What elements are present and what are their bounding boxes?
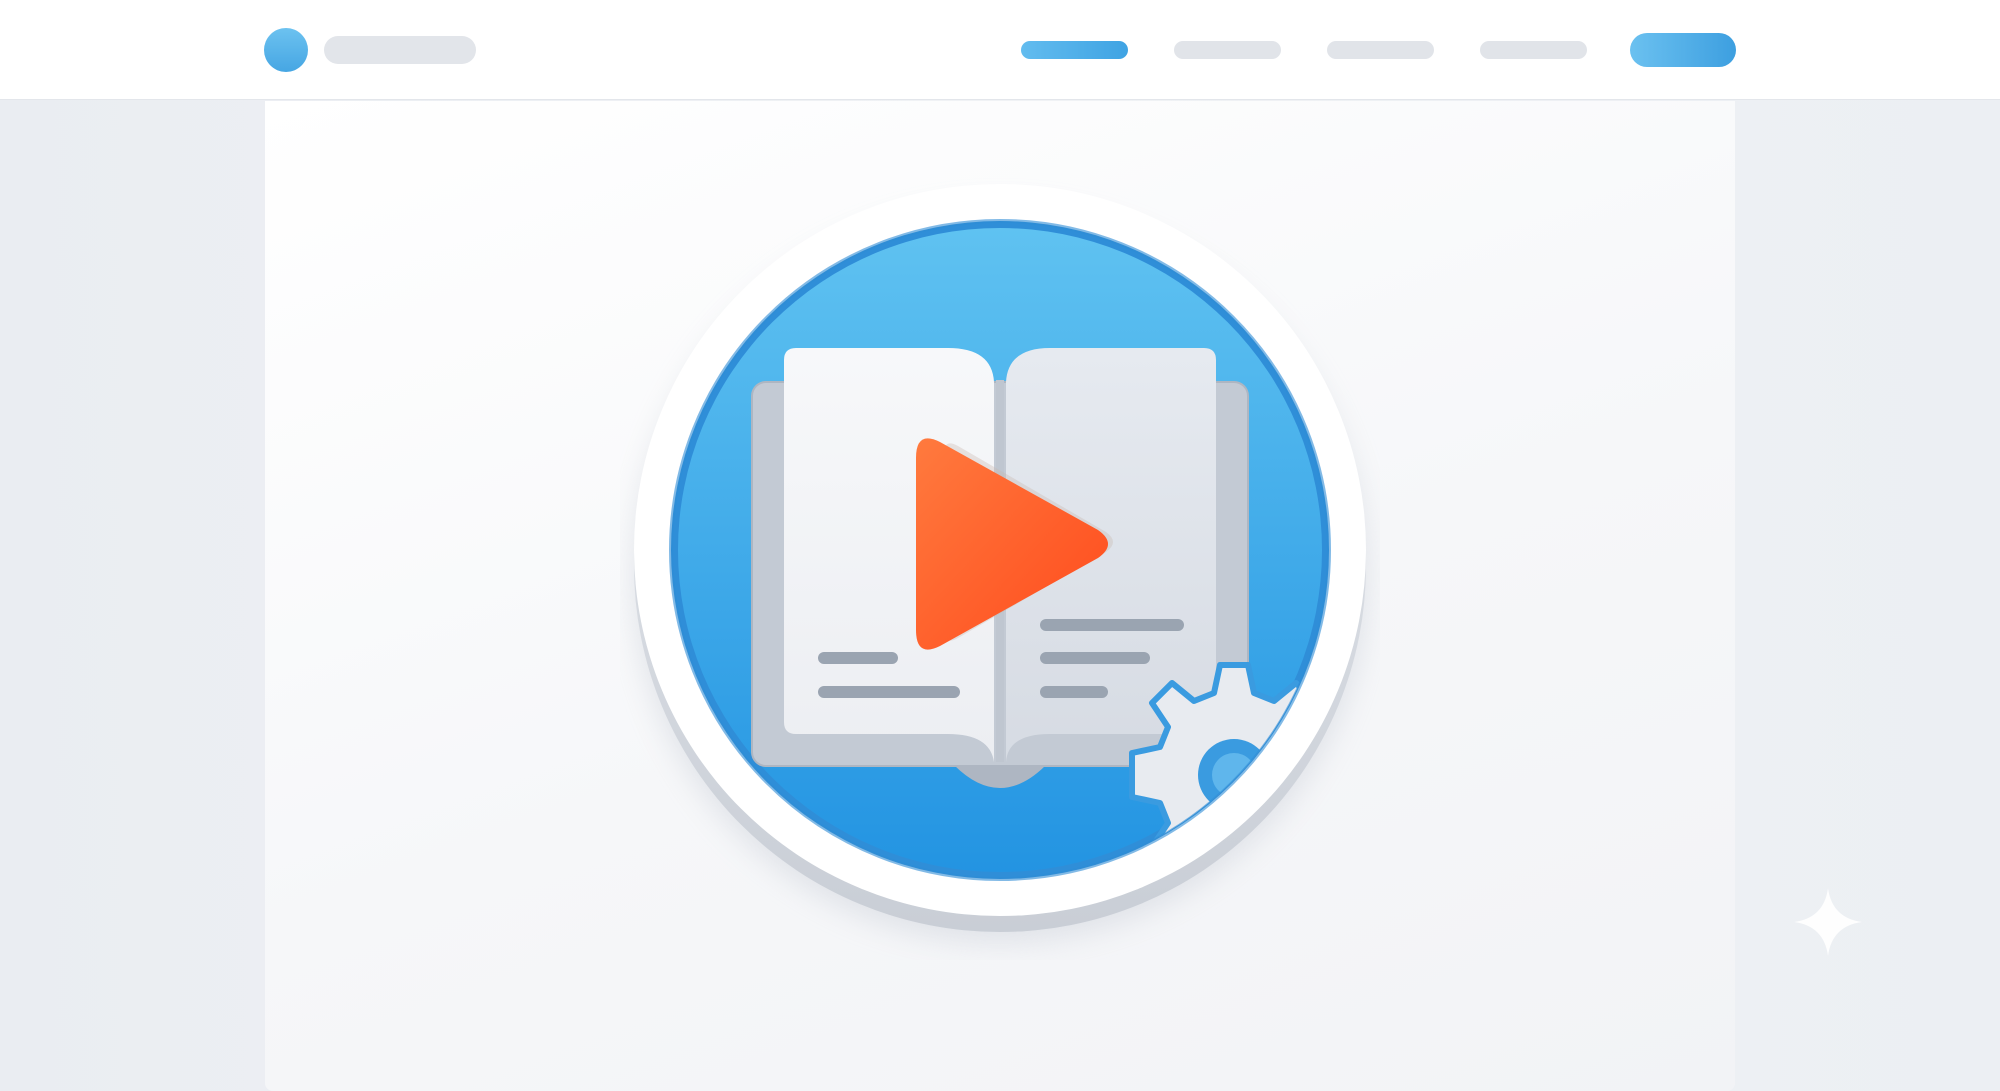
sparkle-icon: [1794, 888, 1862, 956]
nav-cta-button[interactable]: [1630, 33, 1736, 67]
nav-item-1[interactable]: [1021, 41, 1128, 59]
nav-item-2[interactable]: [1174, 41, 1281, 59]
video-manual-icon: [632, 184, 1368, 943]
logo-dot-icon[interactable]: [264, 28, 308, 72]
page: [0, 0, 2000, 1091]
logo-text-placeholder[interactable]: [324, 36, 476, 64]
nav-item-3[interactable]: [1327, 41, 1434, 59]
nav-item-4[interactable]: [1480, 41, 1587, 59]
top-nav-bar: [0, 0, 2000, 100]
